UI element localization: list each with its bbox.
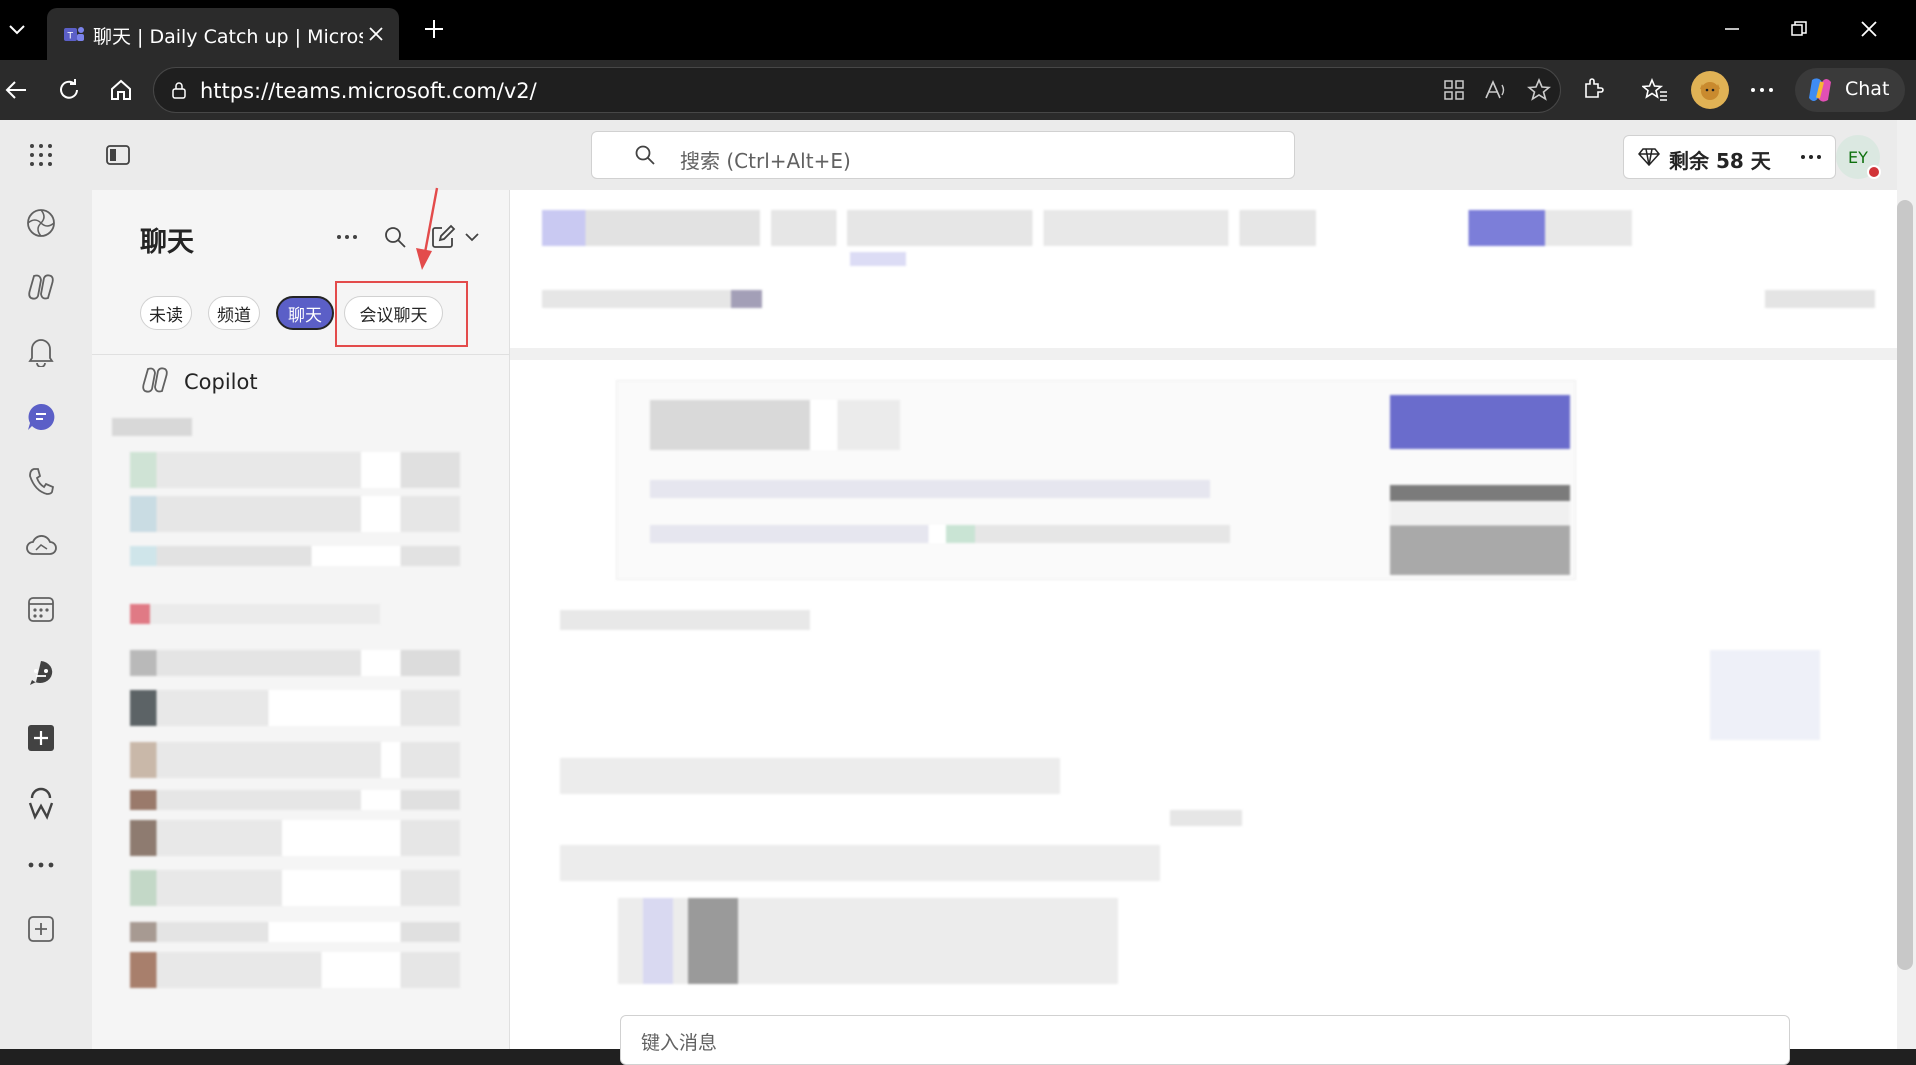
redacted-meta [542,290,762,308]
add-apps-icon[interactable] [20,908,62,950]
red-arrow-annotation [416,187,439,270]
presence-busy-badge [1867,165,1881,179]
bot-icon[interactable] [20,652,62,694]
redacted-join-button[interactable] [1390,395,1570,449]
redacted-timestamp [1170,810,1242,826]
sidebar-toggle-icon[interactable] [101,138,135,172]
redacted-chat-row[interactable] [130,650,460,676]
copilot-icon[interactable] [20,266,62,308]
copilot-label: Copilot [184,370,258,394]
apps-grid-icon[interactable] [1437,73,1471,107]
app-rail [0,190,92,1049]
chat-button-label: Chat [1845,78,1890,100]
chat-header [510,190,1897,360]
onedrive-cloud-icon[interactable] [20,524,62,566]
tab-title: 聊天 | Daily Catch up | Microsoft Teams [93,26,363,48]
read-aloud-icon[interactable] [1479,73,1513,107]
redacted-card-details [650,480,1210,498]
chat-pane-title: 聊天 [140,227,194,258]
redacted-card-thumbnail [1390,485,1570,575]
teams-favicon-icon: T [57,17,91,51]
redacted-card-title [650,400,900,450]
teams-top-bar: 搜索 (Ctrl+Alt+E) 剩余 58 天 EY [0,120,1897,190]
browser-toolbar: https://teams.microsoft.com/v2/ Chat [0,60,1916,120]
composer-placeholder: 键入消息 [641,1032,718,1054]
extensions-icon[interactable] [1575,73,1609,107]
redacted-chat-row[interactable] [130,690,460,726]
message-composer[interactable]: 键入消息 [620,1015,1790,1065]
teams-app: 搜索 (Ctrl+Alt+E) 剩余 58 天 EY 聊天 未读 频道 聊天 会… [0,120,1897,1065]
restore-icon[interactable] [1782,12,1816,46]
redacted-card-details [650,525,1230,543]
tab-list-chevron-icon[interactable] [0,12,34,46]
calendar-icon[interactable] [20,588,62,630]
w-app-icon[interactable] [20,782,62,824]
more-icon[interactable] [1794,140,1828,174]
redacted-chat-row[interactable] [130,452,460,488]
redacted-chat-row[interactable] [130,742,460,778]
redacted-tab[interactable] [850,252,906,266]
redacted-chat-row[interactable] [130,604,380,624]
filter-channels-pill[interactable]: 频道 [208,296,260,330]
minimize-icon[interactable] [1715,12,1749,46]
more-options-icon[interactable] [330,220,364,254]
redacted-chat-row[interactable] [130,870,460,906]
redacted-chat-row[interactable] [130,820,460,856]
red-highlight-box [335,281,468,347]
pane-divider [92,354,510,355]
chevron-down-icon[interactable] [455,220,489,254]
favorites-icon[interactable] [1638,73,1672,107]
add-app-plus-icon[interactable] [20,717,62,759]
app-launcher-icon[interactable] [24,138,58,172]
redacted-reaction[interactable] [1710,650,1820,740]
browser-title-bar: T 聊天 | Daily Catch up | Microsoft Teams [0,0,1916,60]
diamond-icon [1632,140,1666,174]
more-options-icon[interactable] [1745,73,1779,107]
activity-swirl-icon[interactable] [20,202,62,244]
redacted-chat-title[interactable] [542,210,1632,246]
redacted-chat-row[interactable] [130,922,460,942]
notification-bell-icon[interactable] [20,331,62,373]
filter-unread-pill[interactable]: 未读 [140,296,192,330]
search-placeholder: 搜索 (Ctrl+Alt+E) [680,149,851,173]
close-tab-icon[interactable] [359,17,393,51]
copilot-chat-item[interactable]: Copilot [140,362,258,402]
copilot-icon [140,365,170,399]
search-icon [628,138,662,172]
browser-tab[interactable]: T 聊天 | Daily Catch up | Microsoft Teams [47,8,399,60]
url-text: https://teams.microsoft.com/v2/ [200,79,537,103]
redacted-section-label [112,418,192,436]
redacted-chat-row[interactable] [130,790,460,810]
copilot-logo-icon [1803,73,1837,107]
address-bar[interactable]: https://teams.microsoft.com/v2/ [153,67,1561,113]
copilot-chat-button[interactable]: Chat [1795,68,1905,112]
filter-chats-pill[interactable]: 聊天 [276,296,334,330]
redacted-chat-row[interactable] [130,546,460,566]
refresh-icon[interactable] [52,73,86,107]
calls-phone-icon[interactable] [20,460,62,502]
profile-avatar-icon[interactable] [1691,71,1729,109]
back-icon[interactable] [0,73,34,107]
scrollbar-thumb[interactable] [1897,200,1913,970]
redacted-message[interactable] [560,758,1060,794]
chat-icon[interactable] [20,396,62,438]
close-window-icon[interactable] [1852,12,1886,46]
redacted-chat-row[interactable] [130,496,460,532]
redacted-message[interactable] [560,845,1160,881]
home-icon[interactable] [104,73,138,107]
redacted-chat-row[interactable] [130,952,460,988]
redacted-message[interactable] [560,610,810,630]
trial-remaining-button[interactable]: 剩余 58 天 [1623,135,1836,179]
trial-label: 剩余 58 天 [1669,149,1771,173]
more-apps-icon[interactable] [20,844,62,886]
chat-main-area: 键入消息 [510,190,1897,1065]
new-tab-icon[interactable] [417,12,451,46]
favorite-star-icon[interactable] [1522,73,1556,107]
search-input[interactable]: 搜索 (Ctrl+Alt+E) [591,131,1295,179]
chat-list-pane: 聊天 未读 频道 聊天 会议聊天 Copilot [92,187,510,1049]
redacted-header-action[interactable] [1765,290,1875,308]
redacted-attachment[interactable] [618,898,1118,984]
svg-text:T: T [67,32,74,42]
lock-icon[interactable] [162,73,196,107]
